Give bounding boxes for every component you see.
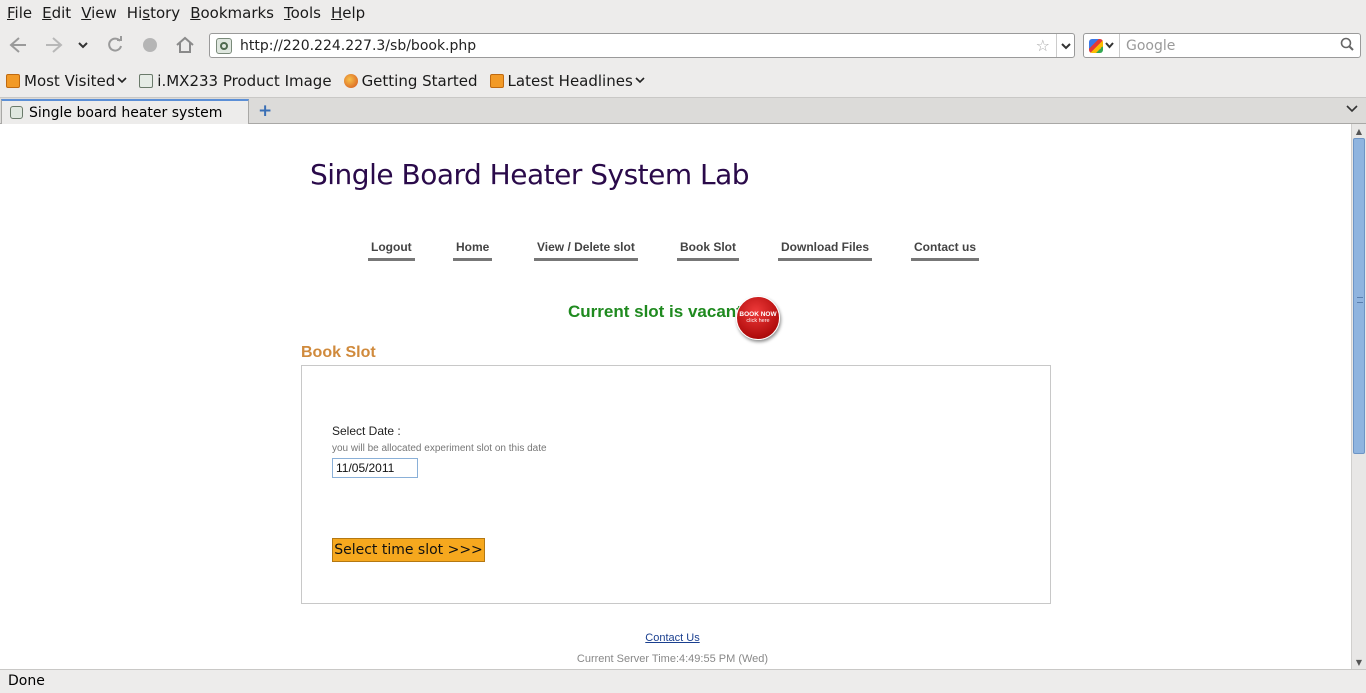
navigation-toolbar: http://220.224.227.3/sb/book.php ☆ Googl… xyxy=(0,26,1366,64)
chevron-down-icon xyxy=(1346,105,1358,113)
status-text: Done xyxy=(8,673,45,689)
tab-title: Single board heater system xyxy=(29,104,223,121)
rss-icon xyxy=(489,73,504,88)
nav-download-files[interactable]: Download Files xyxy=(778,240,873,261)
date-label: Select Date : xyxy=(332,424,401,438)
menu-history[interactable]: History xyxy=(122,0,185,26)
list-all-tabs-button[interactable] xyxy=(1346,102,1358,116)
vacancy-message: Current slot is vacant xyxy=(568,302,742,321)
menu-bookmarks[interactable]: Bookmarks xyxy=(185,0,279,26)
bookmark-label: Most Visited xyxy=(24,71,116,90)
search-input[interactable]: Google xyxy=(1120,38,1340,54)
google-icon xyxy=(1089,38,1103,53)
url-bar[interactable]: http://220.224.227.3/sb/book.php ☆ xyxy=(209,33,1075,58)
server-time: Current Server Time:4:49:55 PM (Wed) xyxy=(576,653,769,665)
bookmark-label: i.MX233 Product Image xyxy=(157,71,332,90)
forward-arrow-icon xyxy=(46,37,63,53)
back-arrow-icon xyxy=(9,37,26,53)
chevron-down-icon xyxy=(117,74,127,87)
book-now-sublabel: click here xyxy=(746,318,770,324)
status-bar: Done xyxy=(0,669,1366,693)
date-field[interactable]: 11/05/2011 xyxy=(332,458,418,478)
nav-view-delete-slot[interactable]: View / Delete slot xyxy=(534,240,638,261)
menu-bar: File Edit View History Bookmarks Tools H… xyxy=(0,0,1366,26)
book-now-button[interactable]: BOOK NOW click here xyxy=(736,296,780,340)
home-icon xyxy=(176,36,194,53)
chevron-down-icon xyxy=(1105,42,1114,49)
page-icon xyxy=(10,106,23,119)
chevron-down-icon xyxy=(635,74,645,87)
menu-edit[interactable]: Edit xyxy=(37,0,76,26)
bookmark-star-icon[interactable]: ☆ xyxy=(1036,36,1050,55)
nav-logout[interactable]: Logout xyxy=(368,240,415,261)
site-identity-icon[interactable] xyxy=(216,37,232,54)
scroll-up-icon[interactable]: ▲ xyxy=(1352,124,1366,138)
nav-book-slot[interactable]: Book Slot xyxy=(677,240,739,261)
vertical-scrollbar[interactable]: ▲ ▼ xyxy=(1351,124,1366,669)
nav-contact-us[interactable]: Contact us xyxy=(911,240,980,261)
reload-button[interactable] xyxy=(103,34,127,56)
scroll-down-icon[interactable]: ▼ xyxy=(1352,655,1366,669)
bookmark-most-visited[interactable]: Most Visited xyxy=(6,72,127,90)
history-dropdown-button[interactable] xyxy=(73,34,93,56)
menu-view[interactable]: View xyxy=(76,0,122,26)
tab-single-board-heater[interactable]: Single board heater system xyxy=(1,99,249,124)
bookmark-label: Getting Started xyxy=(361,71,478,90)
scrollbar-thumb[interactable] xyxy=(1353,138,1365,454)
forward-button[interactable] xyxy=(42,34,66,56)
search-engine-selector[interactable] xyxy=(1084,34,1120,57)
url-text[interactable]: http://220.224.227.3/sb/book.php xyxy=(240,38,1036,54)
chevron-down-icon xyxy=(78,42,88,49)
stop-icon xyxy=(143,38,157,52)
page-title: Single Board Heater System Lab xyxy=(310,158,750,191)
back-button[interactable] xyxy=(6,34,30,56)
menu-file[interactable]: File xyxy=(2,0,37,26)
select-time-slot-button[interactable]: Select time slot >>> xyxy=(332,538,485,562)
reload-icon xyxy=(108,36,122,52)
nav-home[interactable]: Home xyxy=(453,240,493,261)
section-title: Book Slot xyxy=(301,344,376,361)
bookmarks-toolbar: Most Visited i.MX233 Product Image Getti… xyxy=(0,64,1366,98)
book-slot-form: Select Date : you will be allocated expe… xyxy=(301,365,1051,604)
search-icon[interactable] xyxy=(1340,37,1360,55)
stop-button[interactable] xyxy=(138,34,162,56)
page-icon xyxy=(139,73,154,88)
rss-icon xyxy=(6,73,20,88)
tab-bar: Single board heater system + xyxy=(0,98,1366,124)
book-now-label: BOOK NOW xyxy=(739,311,777,318)
firefox-icon xyxy=(343,73,358,88)
page-content: Single Board Heater System Lab Logout Ho… xyxy=(0,124,1351,669)
url-dropdown-button[interactable] xyxy=(1056,34,1074,57)
bookmark-label: Latest Headlines xyxy=(507,71,633,90)
search-bar[interactable]: Google xyxy=(1083,33,1361,58)
footer-contact-link[interactable]: Contact Us xyxy=(0,632,1345,644)
date-hint: you will be allocated experiment slot on… xyxy=(332,443,547,454)
home-button[interactable] xyxy=(173,34,197,56)
bookmark-getting-started[interactable]: Getting Started xyxy=(343,71,478,90)
bookmark-imx233[interactable]: i.MX233 Product Image xyxy=(139,71,332,90)
chevron-down-icon xyxy=(1060,42,1071,49)
new-tab-button[interactable]: + xyxy=(258,101,272,121)
menu-tools[interactable]: Tools xyxy=(279,0,326,26)
bookmark-latest-headlines[interactable]: Latest Headlines xyxy=(489,71,645,90)
menu-help[interactable]: Help xyxy=(326,0,370,26)
